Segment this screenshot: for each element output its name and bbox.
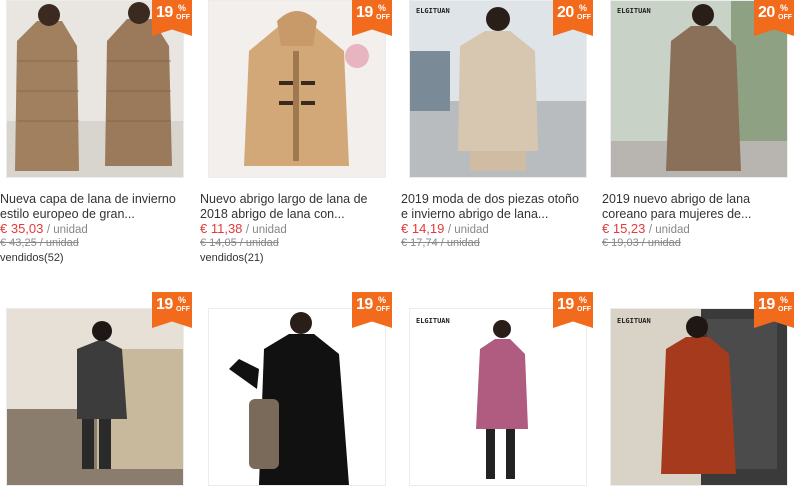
- sold-count: vendidos(52): [0, 252, 64, 264]
- product-image[interactable]: [208, 308, 386, 486]
- discount-value: 19: [356, 296, 373, 313]
- price-amount: € 14,19: [401, 221, 445, 236]
- brand-watermark: ELGITUAN: [416, 7, 450, 15]
- discount-percent: %: [780, 295, 789, 305]
- discount-off: OFF: [577, 14, 591, 21]
- price-unit: / unidad: [46, 224, 88, 236]
- discount-off: OFF: [778, 14, 792, 21]
- price-amount: € 15,23: [602, 221, 646, 236]
- product-title[interactable]: 2019 nuevo abrigo de lana coreano para m…: [602, 192, 780, 222]
- product-price: € 15,23 / unidad: [602, 221, 690, 236]
- price-unit: / unidad: [447, 224, 489, 236]
- discount-value: 20: [557, 4, 574, 21]
- discount-value: 20: [758, 4, 775, 21]
- discount-value: 19: [758, 296, 775, 313]
- discount-percent: %: [378, 3, 387, 13]
- product-price: € 35,03 / unidad: [0, 221, 88, 236]
- product-image[interactable]: ELGITUAN: [409, 308, 587, 486]
- price-unit: / unidad: [245, 224, 287, 236]
- brand-watermark: ELGITUAN: [617, 7, 651, 15]
- discount-value: 19: [356, 4, 373, 21]
- price-amount: € 35,03: [0, 221, 44, 236]
- discount-off: OFF: [176, 14, 190, 21]
- discount-percent: %: [178, 3, 187, 13]
- product-image[interactable]: ELGITUAN: [610, 308, 788, 486]
- product-title[interactable]: Nuevo abrigo largo de lana de 2018 abrig…: [200, 192, 378, 222]
- original-price: € 17,74 / unidad: [401, 237, 480, 249]
- brand-watermark: ELGITUAN: [416, 317, 450, 325]
- discount-off: OFF: [376, 14, 390, 21]
- brand-watermark: ELGITUAN: [617, 317, 651, 325]
- discount-off: OFF: [778, 306, 792, 313]
- discount-value: 19: [557, 296, 574, 313]
- product-price: € 11,38 / unidad: [200, 221, 287, 236]
- product-title[interactable]: 2019 moda de dos piezas otoño e invierno…: [401, 192, 579, 222]
- product-title[interactable]: Nueva capa de lana de invierno estilo eu…: [0, 192, 178, 222]
- price-unit: / unidad: [648, 224, 690, 236]
- discount-off: OFF: [176, 306, 190, 313]
- discount-percent: %: [579, 295, 588, 305]
- discount-value: 19: [156, 4, 173, 21]
- original-price: € 43,25 / unidad: [0, 237, 79, 249]
- discount-percent: %: [579, 3, 588, 13]
- original-price: € 14,05 / unidad: [200, 237, 279, 249]
- discount-percent: %: [378, 295, 387, 305]
- discount-off: OFF: [577, 306, 591, 313]
- sold-count: vendidos(21): [200, 252, 264, 264]
- discount-value: 19: [156, 296, 173, 313]
- product-image[interactable]: [6, 308, 184, 486]
- discount-percent: %: [780, 3, 789, 13]
- discount-off: OFF: [376, 306, 390, 313]
- product-price: € 14,19 / unidad: [401, 221, 489, 236]
- price-amount: € 11,38: [200, 221, 243, 236]
- original-price: € 19,03 / unidad: [602, 237, 681, 249]
- discount-percent: %: [178, 295, 187, 305]
